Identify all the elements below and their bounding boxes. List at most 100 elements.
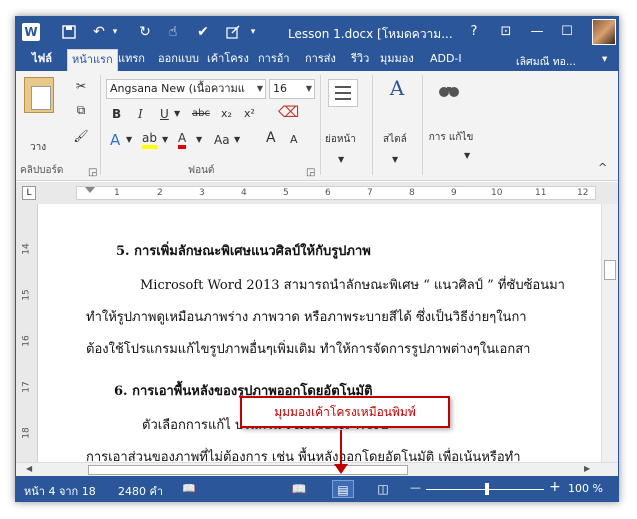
vruler-number: 15 [21,289,32,301]
ruler-number: 12 [577,188,589,198]
group-divider [372,75,373,175]
proofing-icon[interactable]: 📖 [182,482,196,495]
paragraph-dropdown-icon[interactable]: ▼ [338,151,344,169]
tab-review[interactable]: รีวิว [347,49,373,71]
vertical-scroll-thumb[interactable] [604,260,616,280]
user-dropdown-icon[interactable]: ▾ [602,53,607,65]
highlight-color-button[interactable]: ab [142,131,157,149]
user-name[interactable]: เลิศมณี ทอ... [516,53,576,70]
font-color-button[interactable]: A [178,131,187,149]
clipboard-launcher-icon[interactable]: ◲ [88,167,97,178]
change-case-dropdown-icon[interactable]: ▼ [234,131,240,149]
copy-icon[interactable]: ⧉ [72,101,90,119]
styles-group-label[interactable]: สไตล์ [383,131,407,149]
ribbon-display-options-button[interactable]: ⊡ [495,21,517,43]
editing-group-label[interactable]: การ แก้ไข [428,131,474,145]
document-line: Microsoft Word 2013 สามารถนำลักษณะพิเศษ … [140,278,565,293]
tab-references[interactable]: การอ้า [254,49,294,71]
tab-add-ins[interactable]: ADD-I [426,49,466,71]
tab-home[interactable]: หน้าแรก [67,49,118,71]
clear-formatting-icon[interactable]: ⌫ [278,103,299,121]
redo-icon[interactable]: ↻ [134,22,156,42]
word-window: W ↶ ▾ ↻ ☝ ✔ ▾ Lesson 1.docx [โหมดความ...… [15,16,619,502]
word-app-icon[interactable]: W [22,23,40,41]
first-line-indent-marker[interactable] [85,187,95,193]
tab-design[interactable]: ออกแบบ [154,49,203,71]
horizontal-scroll-thumb[interactable] [88,465,408,475]
paragraph-icon[interactable] [328,79,358,107]
maximize-button[interactable]: ☐ [556,21,578,43]
document-heading: 5. การเพิ่มลักษณะพิเศษแนวศิลป์ให้กับรูปภ… [116,244,371,259]
document-line: การเอาส่วนของภาพที่ไม่ต้องการ เช่น พื้นห… [86,450,521,462]
underline-dropdown-icon[interactable]: ▼ [174,105,180,123]
save-icon[interactable] [58,22,80,42]
text-effects-button[interactable]: A [110,131,120,149]
edit-icon[interactable] [222,22,244,42]
highlight-dropdown-icon[interactable]: ▼ [162,131,168,149]
change-case-button[interactable]: Aa [214,131,230,149]
styles-dropdown-icon[interactable]: ▼ [392,151,398,169]
minimize-button[interactable]: — [526,21,548,43]
font-name-combo[interactable]: Angsana New (เนื้อความแ ▼ [106,79,266,99]
font-size-value: 16 [273,82,287,95]
vertical-scrollbar[interactable] [601,204,618,462]
ruler-number: 3 [199,188,205,198]
tab-file[interactable]: ไฟล์ [22,49,62,71]
tab-layout[interactable]: เค้าโครง [203,49,253,71]
italic-button[interactable]: I [138,105,143,123]
page-count[interactable]: หน้า 4 จาก 18 [24,482,96,500]
editing-dropdown-icon[interactable]: ▼ [464,147,470,165]
undo-dropdown-icon[interactable]: ▾ [109,22,121,42]
zoom-level[interactable]: 100 % [568,482,603,495]
help-button[interactable]: ? [463,21,485,43]
print-layout-icon[interactable]: ▤ [332,480,354,498]
paste-icon[interactable] [24,77,54,113]
tab-view[interactable]: มุมมอง [376,49,418,71]
underline-button[interactable]: U [160,105,169,123]
scroll-left-icon[interactable]: ◀ [26,464,32,473]
chevron-down-icon[interactable]: ▼ [257,80,263,98]
read-mode-icon[interactable]: 📖 [288,480,310,498]
zoom-slider-thumb[interactable] [485,483,489,495]
zoom-out-button[interactable]: — [410,481,421,494]
chevron-down-icon[interactable]: ▼ [306,80,312,98]
strikethrough-button[interactable]: abc [192,105,210,123]
callout-box: มุมมองเค้าโครงเหมือนพิมพ์ [240,396,450,428]
tab-mailings[interactable]: การส่ง [301,49,340,71]
zoom-in-button[interactable]: + [549,479,561,495]
paste-button-label[interactable]: วาง [30,139,46,157]
styles-icon[interactable]: A [382,78,412,107]
font-size-combo[interactable]: 16 ▼ [269,79,315,99]
bold-button[interactable]: B [112,105,121,123]
shrink-font-button[interactable]: A [290,131,298,149]
font-color-dropdown-icon[interactable]: ▼ [196,131,202,149]
paragraph-group-label[interactable]: ย่อหน้า [325,131,356,149]
scroll-right-icon[interactable]: ▶ [584,464,590,473]
cut-icon[interactable]: ✂ [72,77,90,95]
ruler-number: 4 [241,188,247,198]
subscript-button[interactable]: x₂ [221,105,232,123]
vruler-number: 14 [21,243,32,255]
web-layout-icon[interactable]: ◫ [372,480,394,498]
horizontal-ruler[interactable]: 1 2 3 4 5 6 7 8 9 10 11 12 [76,186,596,200]
customize-qat-icon[interactable]: ▾ [246,22,260,42]
font-launcher-icon[interactable]: ◲ [306,167,315,178]
horizontal-ruler-row: L 1 2 3 4 5 6 7 8 9 10 11 12 [16,182,618,204]
word-count[interactable]: 2480 คำ [118,482,163,500]
grow-font-button[interactable]: A [266,129,276,147]
touch-mode-icon[interactable]: ☝ [162,22,184,42]
format-painter-icon[interactable]: 🖌 [72,127,90,145]
vertical-ruler[interactable]: 14 15 16 17 18 [16,204,38,462]
horizontal-scrollbar[interactable]: ◀ ▶ [16,462,618,476]
user-avatar[interactable] [592,19,616,45]
group-divider [422,75,423,175]
superscript-button[interactable]: x² [244,105,255,123]
text-effects-dropdown-icon[interactable]: ▼ [126,131,132,149]
find-binoculars-icon[interactable] [436,81,462,103]
collapse-ribbon-icon[interactable]: ^ [598,159,607,177]
spelling-check-icon[interactable]: ✔ [192,22,214,42]
undo-icon[interactable]: ↶ [88,22,110,42]
group-divider [320,75,321,175]
tab-insert[interactable]: แทรก [114,49,149,71]
tab-selector[interactable]: L [22,186,36,200]
